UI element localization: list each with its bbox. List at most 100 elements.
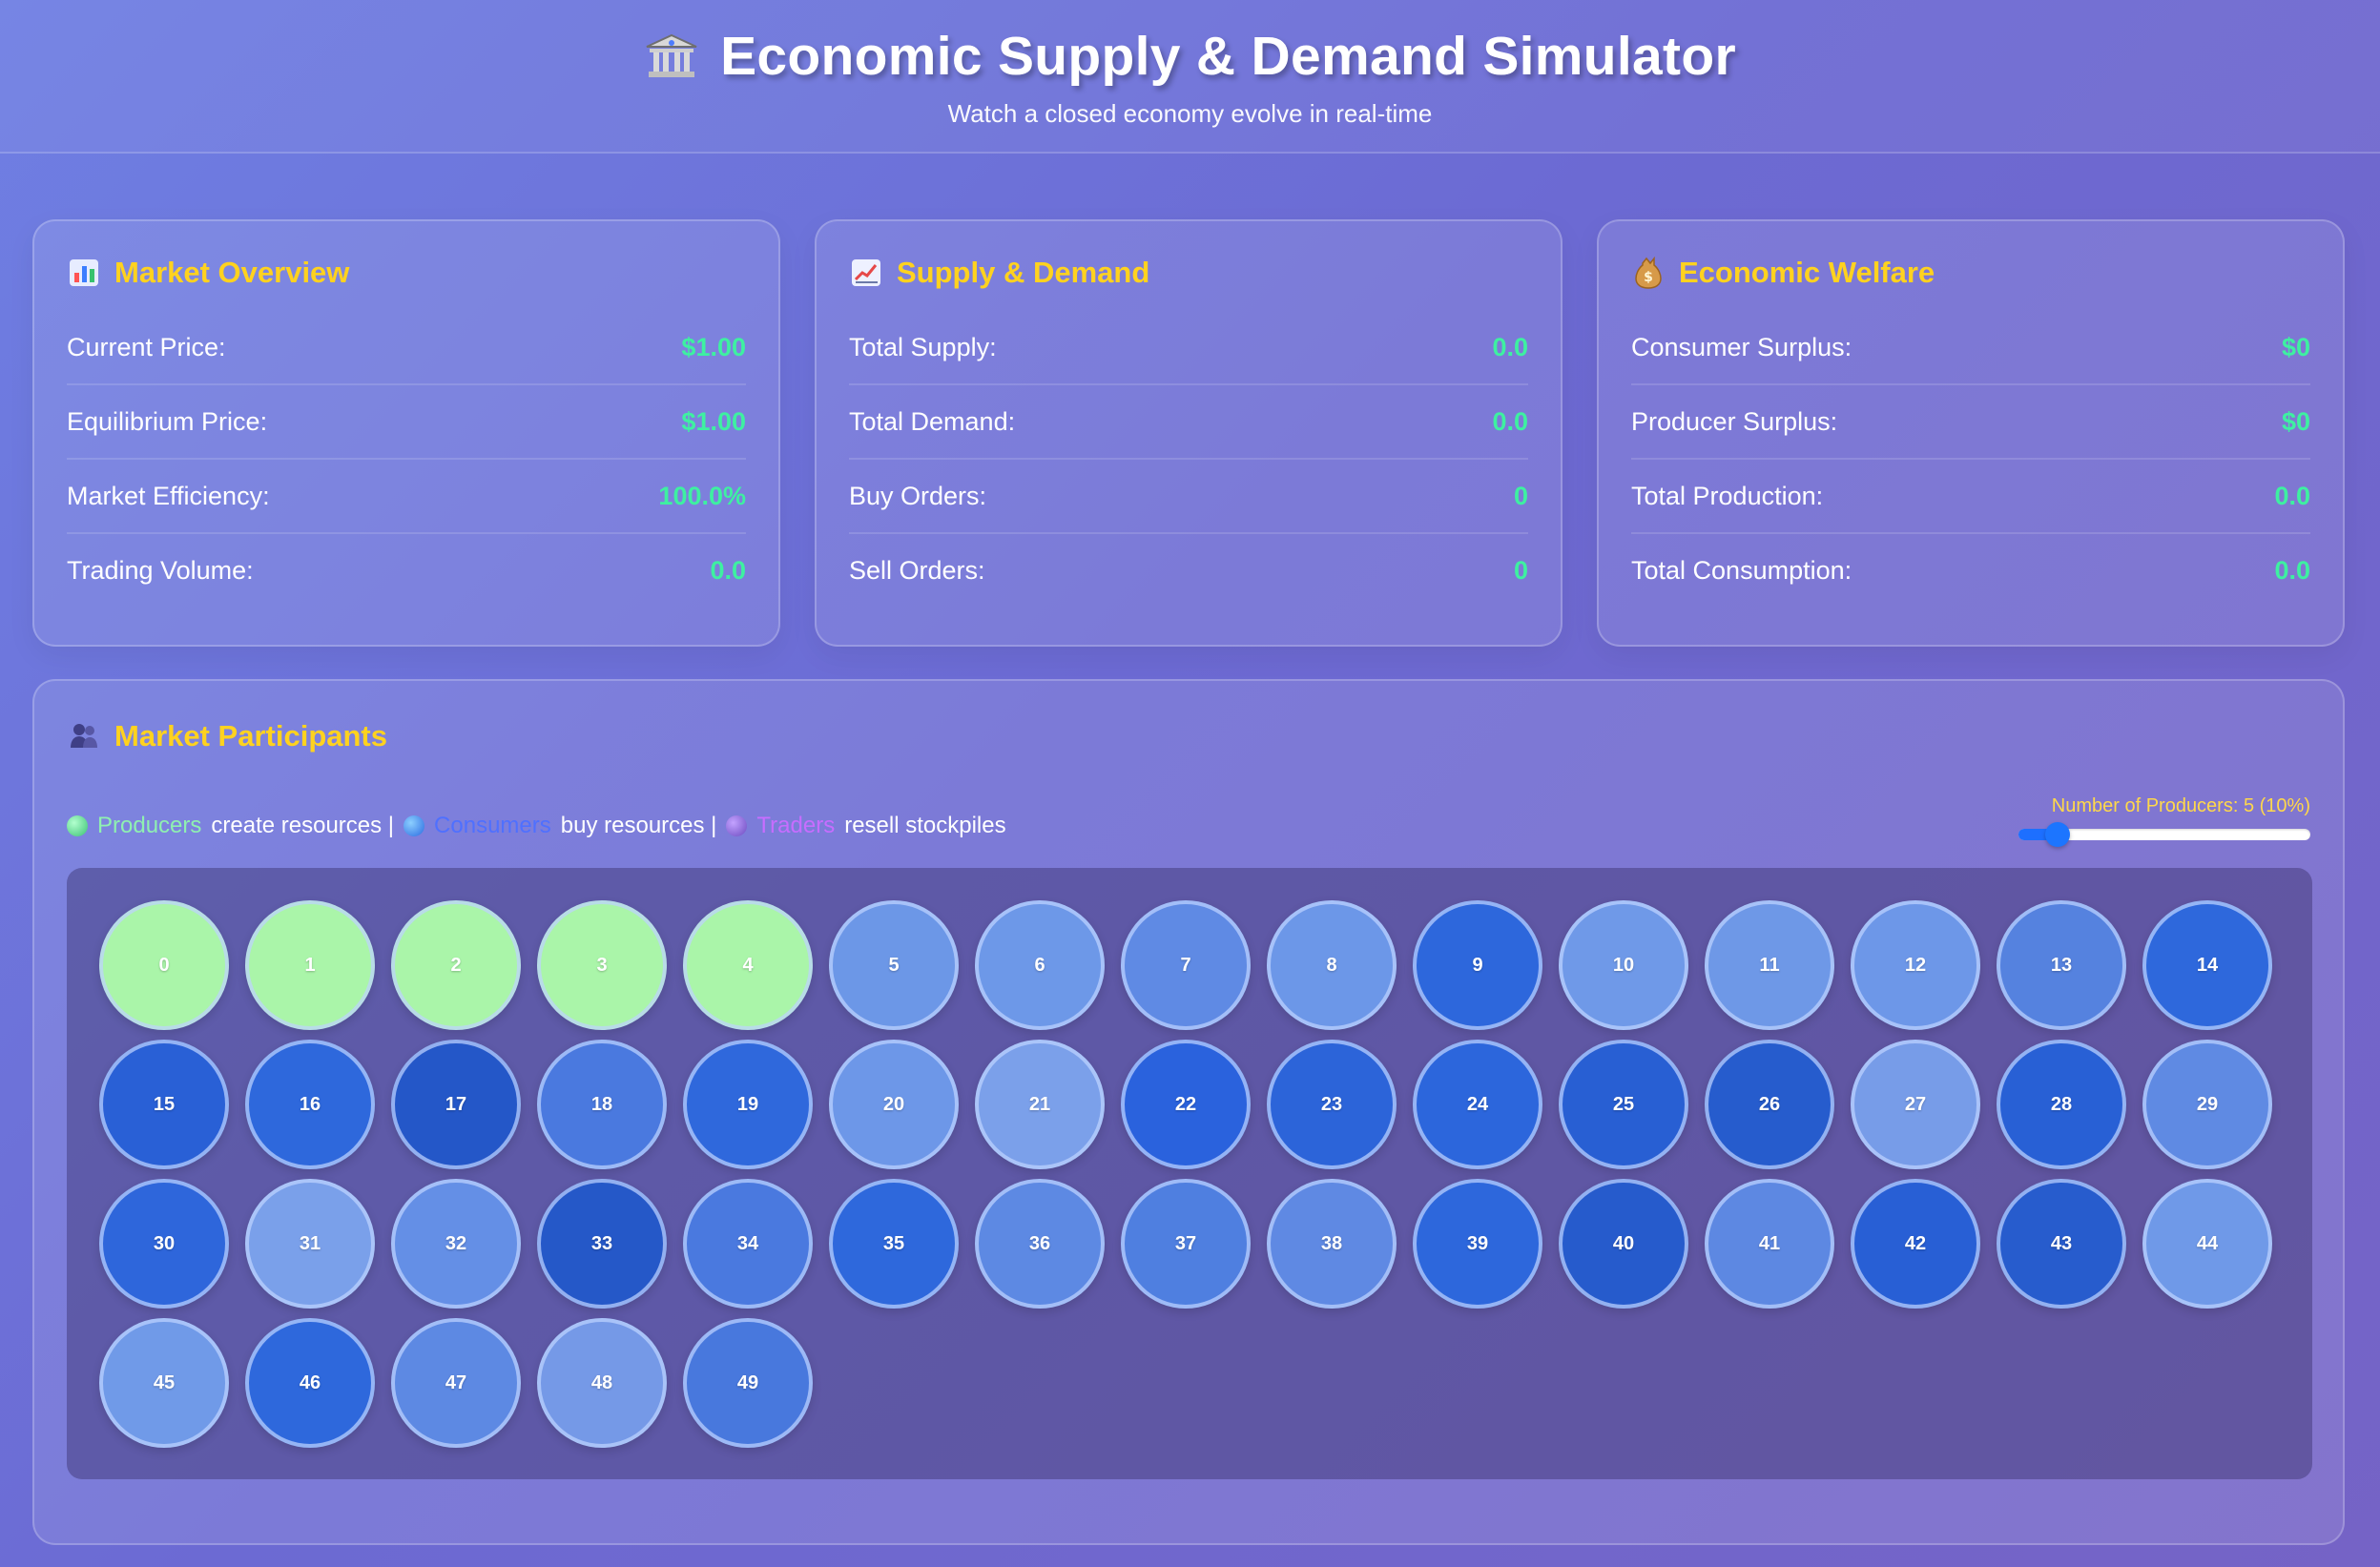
sell-orders-label: Sell Orders: xyxy=(849,555,985,585)
market-participants-title: Market Participants xyxy=(67,719,2310,753)
consumer-agent[interactable]: 21 xyxy=(975,1040,1105,1169)
consumer-surplus-label: Consumer Surplus: xyxy=(1631,332,1852,361)
consumer-surplus-row: Consumer Surplus: $0 xyxy=(1631,311,2310,385)
total-production-label: Total Production: xyxy=(1631,481,1824,510)
consumer-agent[interactable]: 25 xyxy=(1559,1040,1688,1169)
legend-traders-desc: resell stockpiles xyxy=(844,813,1006,838)
market-participants-label: Market Participants xyxy=(114,719,387,753)
producer-agent[interactable]: 3 xyxy=(537,900,667,1030)
economic-welfare-label: Economic Welfare xyxy=(1679,256,1935,289)
consumer-surplus-value: $0 xyxy=(2281,332,2310,361)
producer-slider-control: Number of Producers: 5 (10%) xyxy=(2018,795,2310,847)
producer-slider[interactable] xyxy=(2018,822,2310,847)
consumer-dot-icon xyxy=(404,815,425,836)
consumer-agent[interactable]: 33 xyxy=(537,1179,667,1309)
producer-surplus-row: Producer Surplus: $0 xyxy=(1631,385,2310,460)
buy-orders-value: 0 xyxy=(1513,481,1528,510)
consumer-agent[interactable]: 49 xyxy=(683,1318,813,1448)
consumer-agent[interactable]: 47 xyxy=(391,1318,521,1448)
consumer-agent[interactable]: 31 xyxy=(245,1179,375,1309)
total-consumption-value: 0.0 xyxy=(2274,555,2310,585)
trading-volume-row: Trading Volume: 0.0 xyxy=(67,534,746,607)
total-production-row: Total Production: 0.0 xyxy=(1631,460,2310,534)
consumer-agent[interactable]: 42 xyxy=(1851,1179,1980,1309)
consumer-agent[interactable]: 44 xyxy=(2142,1179,2272,1309)
agents-grid: 0 1 2 3 4 5 6 7 8 9 10 11 12 13 14 15 16 17 18 19 20 21 22 23 24… xyxy=(99,900,2280,1448)
producer-agent[interactable]: 4 xyxy=(683,900,813,1030)
consumer-agent[interactable]: 8 xyxy=(1267,900,1397,1030)
consumer-agent[interactable]: 45 xyxy=(99,1318,229,1448)
chart-icon xyxy=(67,256,101,290)
consumer-agent[interactable]: 39 xyxy=(1413,1179,1542,1309)
consumer-agent[interactable]: 30 xyxy=(99,1179,229,1309)
total-supply-row: Total Supply: 0.0 xyxy=(849,311,1528,385)
trend-icon xyxy=(849,256,883,290)
consumer-agent[interactable]: 19 xyxy=(683,1040,813,1169)
consumer-agent[interactable]: 28 xyxy=(1997,1040,2126,1169)
supply-demand-label: Supply & Demand xyxy=(897,256,1150,289)
consumer-agent[interactable]: 10 xyxy=(1559,900,1688,1030)
consumer-agent[interactable]: 16 xyxy=(245,1040,375,1169)
legend-producers: Producers xyxy=(97,813,202,838)
consumer-agent[interactable]: 7 xyxy=(1121,900,1251,1030)
legend-consumers: Consumers xyxy=(434,813,551,838)
consumer-agent[interactable]: 17 xyxy=(391,1040,521,1169)
consumer-agent[interactable]: 32 xyxy=(391,1179,521,1309)
trading-volume-value: 0.0 xyxy=(710,555,746,585)
consumer-agent[interactable]: 23 xyxy=(1267,1040,1397,1169)
total-demand-row: Total Demand: 0.0 xyxy=(849,385,1528,460)
current-price-row: Current Price: $1.00 xyxy=(67,311,746,385)
buy-orders-label: Buy Orders: xyxy=(849,481,987,510)
market-overview-panel: Market Overview Current Price: $1.00 Equ… xyxy=(32,219,780,647)
market-overview-label: Market Overview xyxy=(114,256,350,289)
economic-welfare-panel: $ Economic Welfare Consumer Surplus: $0 … xyxy=(1597,219,2345,647)
consumer-agent[interactable]: 24 xyxy=(1413,1040,1542,1169)
consumer-agent[interactable]: 15 xyxy=(99,1040,229,1169)
consumer-agent[interactable]: 34 xyxy=(683,1179,813,1309)
total-supply-label: Total Supply: xyxy=(849,332,997,361)
market-participants-panel: Market Participants Producers create res… xyxy=(32,679,2345,1545)
consumer-agent[interactable]: 27 xyxy=(1851,1040,1980,1169)
equilibrium-price-value: $1.00 xyxy=(681,406,746,436)
consumer-agent[interactable]: 46 xyxy=(245,1318,375,1448)
consumer-agent[interactable]: 14 xyxy=(2142,900,2272,1030)
total-consumption-label: Total Consumption: xyxy=(1631,555,1852,585)
producer-agent[interactable]: 2 xyxy=(391,900,521,1030)
consumer-agent[interactable]: 5 xyxy=(829,900,959,1030)
total-production-value: 0.0 xyxy=(2274,481,2310,510)
consumer-agent[interactable]: 12 xyxy=(1851,900,1980,1030)
consumer-agent[interactable]: 26 xyxy=(1705,1040,1834,1169)
people-icon xyxy=(67,719,101,753)
total-consumption-row: Total Consumption: 0.0 xyxy=(1631,534,2310,607)
consumer-agent[interactable]: 18 xyxy=(537,1040,667,1169)
consumer-agent[interactable]: 20 xyxy=(829,1040,959,1169)
legend-producers-desc: create resources | xyxy=(211,813,395,838)
page-subtitle: Watch a closed economy evolve in real-ti… xyxy=(947,99,1433,128)
page-title-text: Economic Supply & Demand Simulator xyxy=(720,26,1736,87)
page-title: Economic Supply & Demand Simulator xyxy=(644,25,1736,88)
consumer-agent[interactable]: 41 xyxy=(1705,1179,1834,1309)
consumer-agent[interactable]: 29 xyxy=(2142,1040,2272,1169)
market-overview-title: Market Overview xyxy=(67,256,746,290)
consumer-agent[interactable]: 43 xyxy=(1997,1179,2126,1309)
producer-slider-thumb[interactable] xyxy=(2045,822,2070,847)
app-header: Economic Supply & Demand Simulator Watch… xyxy=(0,0,2380,154)
consumer-agent[interactable]: 35 xyxy=(829,1179,959,1309)
consumer-agent[interactable]: 6 xyxy=(975,900,1105,1030)
consumer-agent[interactable]: 48 xyxy=(537,1318,667,1448)
total-demand-label: Total Demand: xyxy=(849,406,1016,436)
consumer-agent[interactable]: 11 xyxy=(1705,900,1834,1030)
consumer-agent[interactable]: 38 xyxy=(1267,1179,1397,1309)
consumer-agent[interactable]: 37 xyxy=(1121,1179,1251,1309)
producer-agent[interactable]: 0 xyxy=(99,900,229,1030)
svg-text:$: $ xyxy=(1644,270,1653,285)
buy-orders-row: Buy Orders: 0 xyxy=(849,460,1528,534)
consumer-agent[interactable]: 40 xyxy=(1559,1179,1688,1309)
consumer-agent[interactable]: 13 xyxy=(1997,900,2126,1030)
consumer-agent[interactable]: 36 xyxy=(975,1179,1105,1309)
participants-legend: Producers create resources | Consumers b… xyxy=(67,813,1006,839)
consumer-agent[interactable]: 9 xyxy=(1413,900,1542,1030)
producer-agent[interactable]: 1 xyxy=(245,900,375,1030)
equilibrium-price-label: Equilibrium Price: xyxy=(67,406,268,436)
consumer-agent[interactable]: 22 xyxy=(1121,1040,1251,1169)
